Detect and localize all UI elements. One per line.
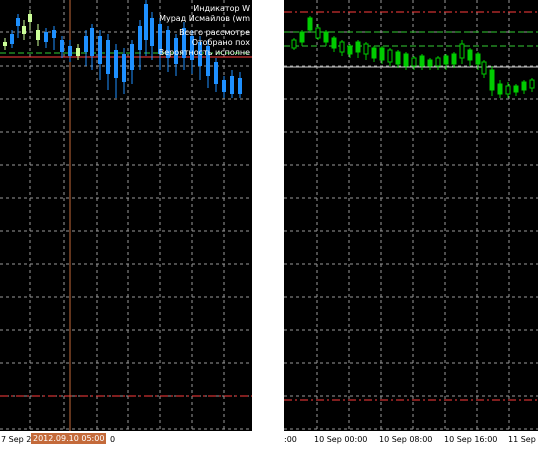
candle-body-11 bbox=[84, 36, 88, 52]
candle-body-10 bbox=[371, 47, 377, 59]
candle-body-9 bbox=[363, 43, 369, 55]
candle-body-0 bbox=[3, 42, 7, 46]
candle-body-15 bbox=[411, 57, 417, 67]
candle-body-3 bbox=[315, 27, 321, 39]
candle-body-8 bbox=[355, 41, 361, 53]
candle-body-29 bbox=[222, 80, 226, 92]
candle-body-5 bbox=[331, 37, 337, 49]
candle-body-23 bbox=[475, 53, 481, 65]
candle-body-19 bbox=[443, 55, 449, 65]
time-label-right-3: 10 Sep 16:00 bbox=[444, 435, 498, 444]
time-label-right-4: 11 Sep bbox=[508, 435, 536, 444]
right-chart-pane[interactable] bbox=[284, 0, 538, 431]
indicator-total-line: Всего рассмотре bbox=[179, 28, 250, 37]
candle-body-6 bbox=[44, 32, 48, 42]
candle-body-24 bbox=[481, 61, 487, 75]
candle-body-8 bbox=[60, 40, 64, 52]
candle-body-12 bbox=[90, 28, 94, 56]
candle-body-14 bbox=[106, 40, 110, 74]
candle-body-18 bbox=[435, 57, 441, 67]
indicator-probability-line: Вероятность исполне bbox=[158, 48, 250, 57]
candle-body-4 bbox=[28, 14, 32, 22]
candle-body-10 bbox=[76, 48, 80, 56]
candle-body-1 bbox=[299, 31, 305, 43]
candle-body-27 bbox=[505, 85, 511, 95]
candle-body-6 bbox=[339, 41, 345, 53]
candle-body-20 bbox=[451, 53, 457, 65]
candle-body-13 bbox=[98, 36, 102, 64]
right-chart-canvas[interactable] bbox=[284, 0, 538, 431]
time-label-right-2: 10 Sep 08:00 bbox=[379, 435, 433, 444]
crosshair-time-badge: 2012.09.10 05:00 bbox=[31, 433, 107, 444]
candle-body-20 bbox=[150, 18, 154, 46]
candle-body-12 bbox=[387, 49, 393, 63]
candle-body-30 bbox=[230, 76, 234, 94]
candle-body-11 bbox=[379, 47, 385, 61]
candle-body-9 bbox=[68, 46, 72, 56]
left-chart-canvas[interactable] bbox=[0, 0, 252, 431]
candle-body-14 bbox=[403, 53, 409, 67]
left-chart-pane[interactable]: Индикатор W Мурад Исмайлов (wm Всего рас… bbox=[0, 0, 252, 431]
left-time-axis: 7 Sep 2 2012.09.10 05:00 0 bbox=[0, 431, 252, 450]
time-label-left-0: 7 Sep 2 bbox=[1, 435, 32, 444]
candle-body-15 bbox=[114, 50, 118, 78]
candle-body-7 bbox=[52, 30, 56, 38]
candle-body-28 bbox=[513, 85, 519, 93]
pane-gap bbox=[252, 0, 284, 450]
candle-body-2 bbox=[307, 17, 313, 31]
candle-body-1 bbox=[10, 34, 14, 44]
candle-body-16 bbox=[419, 55, 425, 67]
candle-body-22 bbox=[467, 49, 473, 61]
candle-body-19 bbox=[144, 4, 148, 40]
candle-body-21 bbox=[459, 43, 465, 59]
candle-body-31 bbox=[238, 78, 242, 94]
indicator-title: Индикатор W bbox=[193, 4, 250, 13]
candle-body-13 bbox=[395, 51, 401, 65]
candle-body-29 bbox=[521, 81, 527, 91]
candle-body-26 bbox=[497, 83, 503, 95]
candle-body-5 bbox=[36, 30, 40, 40]
candle-body-17 bbox=[130, 44, 134, 70]
candle-body-16 bbox=[122, 54, 126, 82]
candle-body-25 bbox=[489, 69, 495, 91]
candle-body-0 bbox=[291, 39, 297, 49]
candle-body-7 bbox=[347, 45, 353, 55]
indicator-author: Мурад Исмайлов (wm bbox=[159, 14, 250, 23]
time-label-right-0: :00 bbox=[284, 435, 297, 444]
candle-body-28 bbox=[214, 62, 218, 84]
candle-body-30 bbox=[529, 79, 535, 89]
candle-body-4 bbox=[323, 31, 329, 43]
candle-body-3 bbox=[22, 26, 26, 34]
time-label-right-1: 10 Sep 00:00 bbox=[314, 435, 368, 444]
time-label-left-1: 0 bbox=[110, 435, 116, 444]
right-time-axis: :00 10 Sep 00:00 10 Sep 08:00 10 Sep 16:… bbox=[284, 431, 538, 450]
indicator-selected-line: Отобрано пох bbox=[191, 38, 250, 47]
candle-body-17 bbox=[427, 59, 433, 67]
candle-body-2 bbox=[16, 18, 20, 26]
candle-body-18 bbox=[138, 26, 142, 50]
